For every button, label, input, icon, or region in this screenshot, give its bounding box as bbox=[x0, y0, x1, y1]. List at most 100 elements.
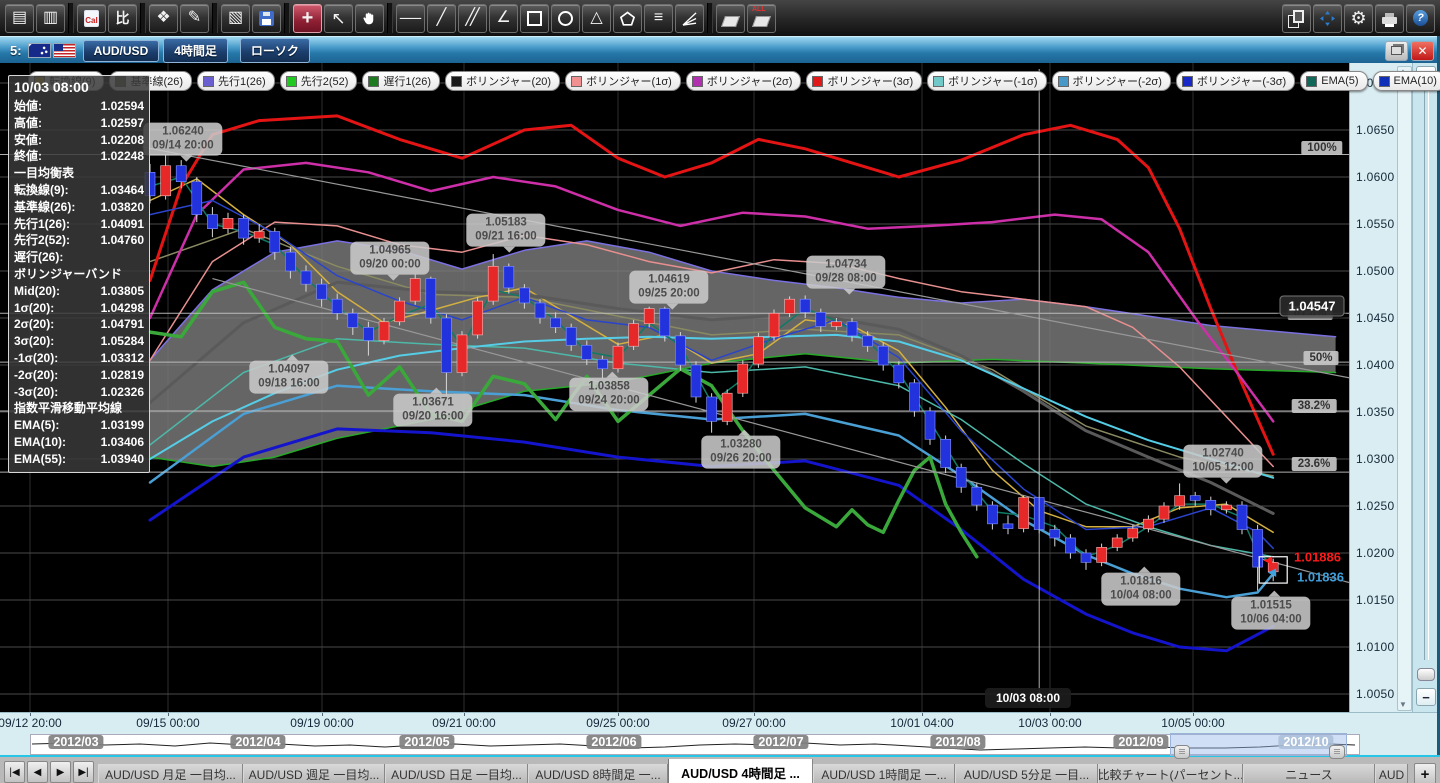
candle bbox=[332, 299, 342, 313]
triangle-icon[interactable]: △ bbox=[582, 4, 611, 33]
candle bbox=[301, 271, 311, 284]
legend-item[interactable]: 遅行1(26) bbox=[362, 71, 440, 91]
legend-item[interactable]: 先行1(26) bbox=[197, 71, 275, 91]
panel-row: 高値:1.02597 bbox=[14, 115, 144, 132]
cursor-icon[interactable]: ↖ bbox=[324, 4, 353, 33]
tab-active-chart[interactable]: AUD/USD 4時間足 ... bbox=[668, 759, 813, 783]
candle bbox=[1081, 553, 1091, 562]
last-tab-icon[interactable]: ▶| bbox=[73, 761, 94, 783]
candle bbox=[1221, 505, 1231, 510]
legend-item[interactable]: EMA(5) bbox=[1300, 71, 1367, 91]
legend-item[interactable]: ボリンジャー(3σ) bbox=[806, 71, 922, 91]
zoom-out-button[interactable]: − bbox=[1416, 688, 1436, 706]
price-tick-label: 1.0350 bbox=[1356, 405, 1395, 419]
tab-chart[interactable]: AUD/USD 月足 一目均... bbox=[98, 764, 243, 783]
pair-button[interactable]: AUD/USD bbox=[83, 40, 160, 62]
panel-row: 先行2(52):1.04760 bbox=[14, 232, 144, 249]
pentagon-icon[interactable] bbox=[613, 4, 642, 33]
pencil-icon[interactable]: ✎ bbox=[180, 4, 209, 33]
timeline-month-badge[interactable]: 2012/06 bbox=[586, 735, 641, 749]
object-connect-icon[interactable]: ❖ bbox=[149, 4, 178, 33]
chart-settings-icon[interactable]: ▧ bbox=[221, 4, 250, 33]
timeline-month-badge[interactable]: 2012/10 bbox=[1278, 735, 1333, 749]
cascade-windows-icon[interactable] bbox=[1282, 4, 1311, 33]
legend-color-chip bbox=[571, 76, 582, 87]
legend-label: ボリンジャー(3σ) bbox=[827, 73, 913, 89]
trend-line-icon[interactable]: ╱ bbox=[427, 4, 456, 33]
toolbar-separator bbox=[140, 3, 146, 33]
tab-chart[interactable]: AUD/USD 日足 一目均... bbox=[385, 764, 528, 783]
rectangle-icon[interactable] bbox=[520, 4, 549, 33]
timeline-month-badge[interactable]: 2012/08 bbox=[930, 735, 985, 749]
time-axis[interactable]: 09/12 20:0009/15 00:0009/19 00:0009/21 0… bbox=[0, 712, 1437, 733]
ellipse-icon[interactable] bbox=[551, 4, 580, 33]
timeline-month-badge[interactable]: 2012/03 bbox=[48, 735, 103, 749]
fibonacci-level-label: 38.2% bbox=[1292, 399, 1337, 413]
eraser-all-icon[interactable]: ALL bbox=[747, 4, 776, 33]
new-report-icon[interactable]: ▥ bbox=[36, 4, 65, 33]
candle bbox=[582, 345, 592, 359]
chart-plot[interactable] bbox=[0, 63, 1349, 712]
legend-item[interactable]: ボリンジャー(2σ) bbox=[686, 71, 802, 91]
fibonacci-level-label: 23.6% bbox=[1292, 457, 1337, 471]
candle bbox=[535, 303, 545, 318]
price-scrollbar[interactable] bbox=[1397, 66, 1412, 711]
legend-item[interactable]: 先行2(52) bbox=[280, 71, 358, 91]
tab-chart[interactable]: AUD/USD 週足 一目均... bbox=[243, 764, 385, 783]
tab-chart[interactable]: AUD/USD 8時間足 一... bbox=[528, 764, 668, 783]
restore-window-button[interactable] bbox=[1385, 41, 1408, 61]
data-window-icon[interactable]: ▤ bbox=[5, 4, 34, 33]
eraser-icon[interactable] bbox=[716, 4, 745, 33]
timeline-month-badge[interactable]: 2012/05 bbox=[399, 735, 454, 749]
parallel-lines-icon[interactable]: ╱╱ bbox=[458, 4, 487, 33]
compare-icon[interactable]: 比 bbox=[108, 4, 137, 33]
candle bbox=[1253, 530, 1263, 568]
panel-row: 3σ(20):1.05284 bbox=[14, 333, 144, 350]
scroll-down-icon[interactable]: ▼ bbox=[1399, 700, 1407, 709]
timeline-month-badge[interactable]: 2012/04 bbox=[230, 735, 285, 749]
legend-item[interactable]: ボリンジャー(20) bbox=[445, 71, 560, 91]
tab-chart[interactable]: 比較チャート(パーセント... bbox=[1098, 764, 1243, 783]
timeline-right-handle[interactable] bbox=[1329, 745, 1345, 759]
tab-chart[interactable]: AUD/USD 1時間足 一... bbox=[813, 764, 955, 783]
settings-gear-icon[interactable]: ⚙ bbox=[1344, 4, 1373, 33]
chart-type-button[interactable]: ローソク bbox=[240, 38, 310, 63]
timeline-month-badge[interactable]: 2012/09 bbox=[1113, 735, 1168, 749]
angle-line-icon[interactable]: ∠ bbox=[489, 4, 518, 33]
tab-chart[interactable]: AUD bbox=[1375, 764, 1408, 783]
candle bbox=[629, 324, 639, 347]
price-annotation: 1.0367109/20 16:00 bbox=[393, 394, 472, 427]
horizontal-line-icon[interactable]: ── bbox=[396, 4, 425, 33]
legend-item[interactable]: ボリンジャー(-2σ) bbox=[1052, 71, 1171, 91]
candle bbox=[1128, 529, 1138, 538]
fibonacci-retracement-icon[interactable]: ≡ bbox=[644, 4, 673, 33]
print-icon[interactable] bbox=[1375, 4, 1404, 33]
timeline-left-handle[interactable] bbox=[1174, 745, 1190, 759]
tab-chart[interactable]: AUD/USD 5分足 一目... bbox=[955, 764, 1098, 783]
candle bbox=[894, 365, 904, 383]
legend-item[interactable]: EMA(10) bbox=[1373, 71, 1440, 91]
prev-tab-icon[interactable]: ◀ bbox=[27, 761, 48, 783]
timeline-month-badge[interactable]: 2012/07 bbox=[753, 735, 808, 749]
close-window-button[interactable]: ✕ bbox=[1411, 41, 1434, 61]
next-tab-icon[interactable]: ▶ bbox=[50, 761, 71, 783]
timeframe-button[interactable]: 4時間足 bbox=[163, 38, 228, 63]
price-annotation: 1.0409709/18 16:00 bbox=[249, 361, 328, 394]
fullscreen-icon[interactable] bbox=[1313, 4, 1342, 33]
legend-item[interactable]: ボリンジャー(-1σ) bbox=[927, 71, 1046, 91]
legend-item[interactable]: ボリンジャー(-3σ) bbox=[1176, 71, 1295, 91]
add-tab-button[interactable]: + bbox=[1414, 763, 1436, 783]
calendar-icon[interactable]: Cal bbox=[77, 4, 106, 33]
panel-row: -2σ(20):1.02819 bbox=[14, 367, 144, 384]
legend-item[interactable]: ボリンジャー(1σ) bbox=[565, 71, 681, 91]
help-icon[interactable]: ? bbox=[1406, 4, 1435, 33]
candle bbox=[613, 346, 623, 369]
crosshair-icon[interactable]: + bbox=[293, 4, 322, 33]
tab-chart[interactable]: ニュース bbox=[1243, 764, 1375, 783]
first-tab-icon[interactable]: |◀ bbox=[4, 761, 25, 783]
candle bbox=[1112, 538, 1122, 547]
hand-icon[interactable] bbox=[355, 4, 384, 33]
fibonacci-fan-icon[interactable] bbox=[675, 4, 704, 33]
save-icon[interactable] bbox=[252, 4, 281, 33]
zoom-slider-handle[interactable] bbox=[1417, 668, 1435, 681]
